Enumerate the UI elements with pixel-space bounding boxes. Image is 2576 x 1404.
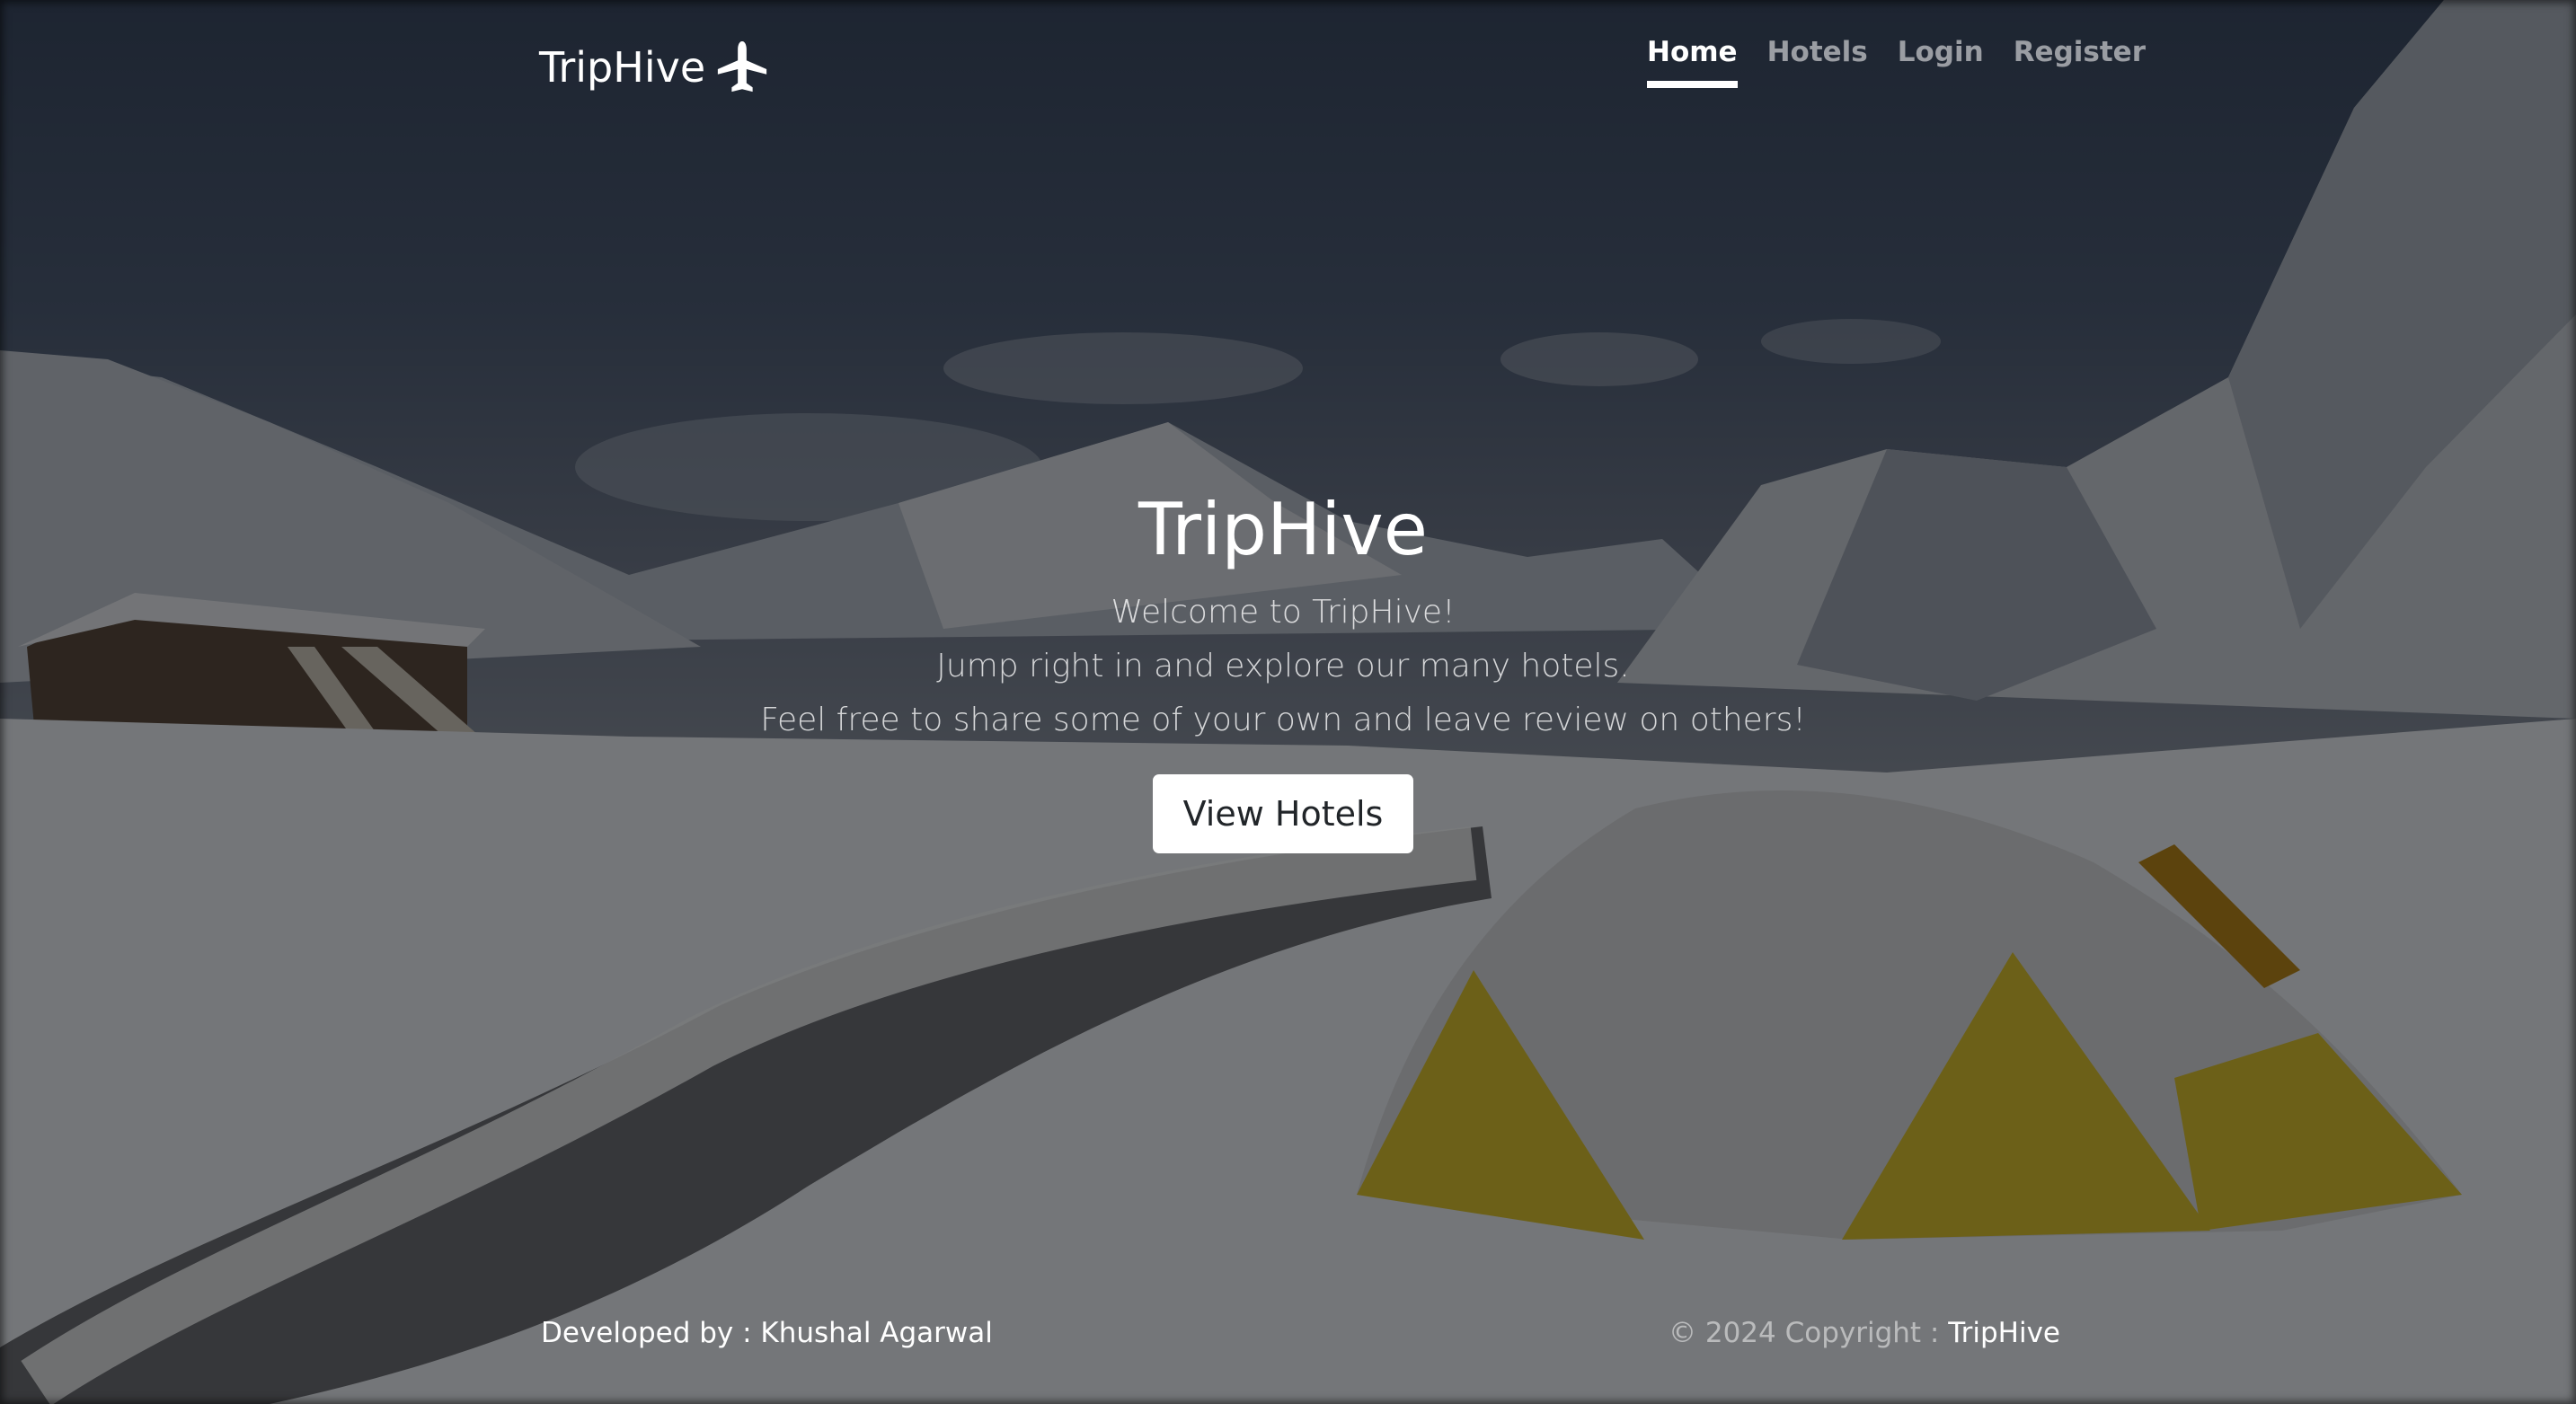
copyright-brand-link[interactable]: TripHive [1948,1317,2060,1349]
hero-title: TripHive [1138,488,1428,571]
brand-name: TripHive [539,43,706,92]
copyright-text: © 2024 Copyright : [1669,1317,1949,1349]
hero-explore-text: Jump right in and explore our many hotel… [936,648,1630,684]
hero-share-text: Feel free to share some of your own and … [760,702,1806,738]
airplane-icon [718,40,767,93]
nav-home-link[interactable]: Home [1647,36,1738,88]
page: TripHive Home Hotels Login Register Trip… [0,0,2576,1404]
hero-welcome-text: Welcome to TripHive! [1111,594,1456,631]
brand-logo[interactable]: TripHive [539,40,770,95]
view-hotels-button[interactable]: View Hotels [1152,774,1414,853]
nav-hotels-link[interactable]: Hotels [1767,36,1868,88]
nav-login-link[interactable]: Login [1898,36,1984,88]
hero-description: Welcome to TripHive! Jump right in and e… [0,586,2566,747]
copyright: © 2024 Copyright : TripHive [1669,1317,2060,1349]
developer-credit: Developed by : Khushal Agarwal [541,1317,993,1349]
hero-section: TripHive Welcome to TripHive! Jump right… [0,485,2566,853]
main-nav: Home Hotels Login Register [1647,36,2146,88]
nav-register-link[interactable]: Register [2014,36,2146,88]
